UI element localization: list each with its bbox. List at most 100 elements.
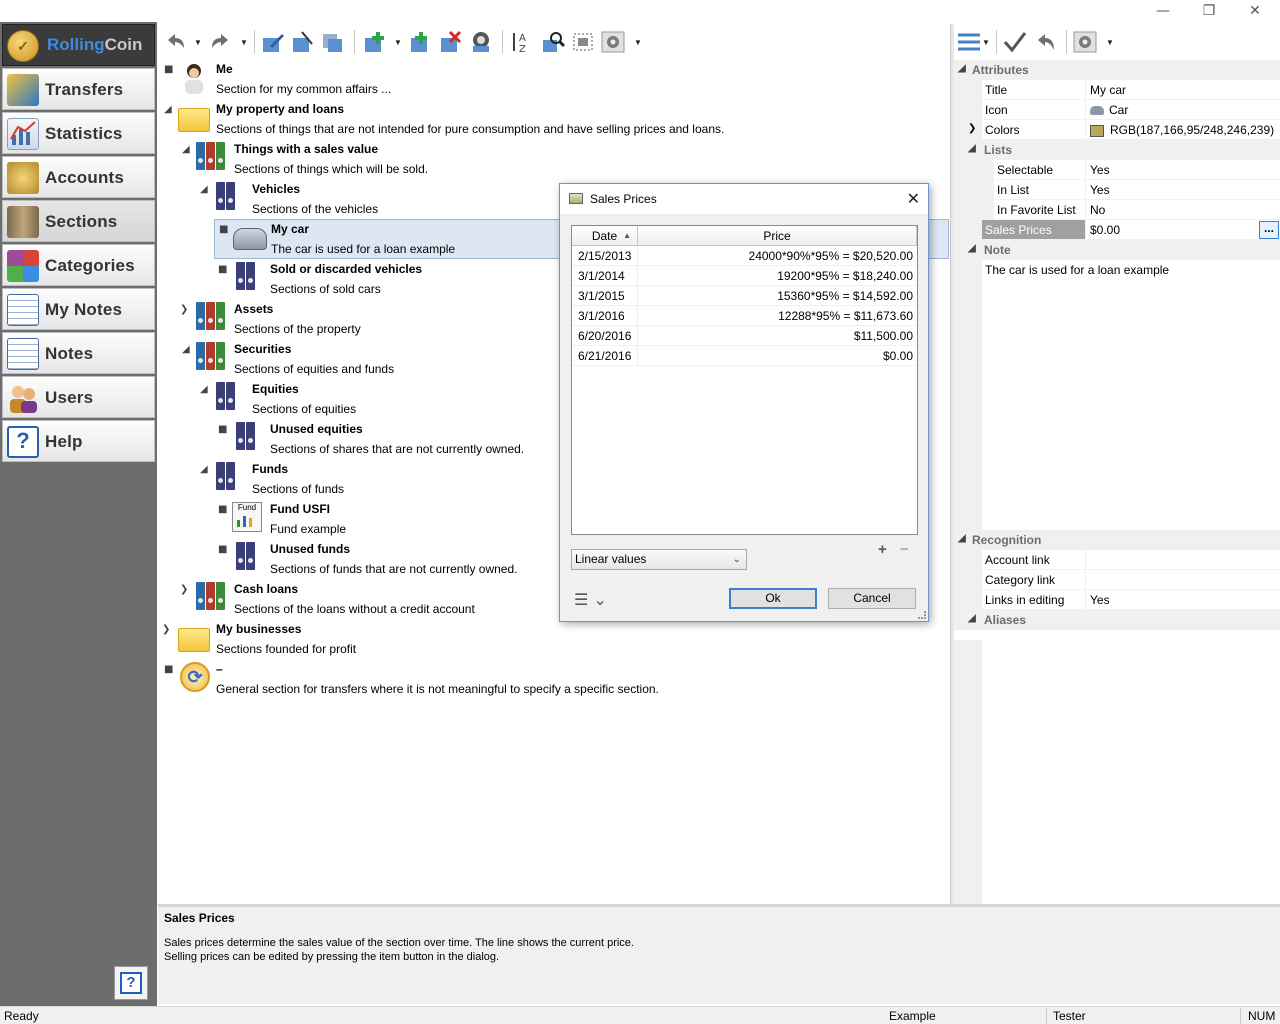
table-row[interactable]: 3/1/2014 19200*95% = $18,240.00	[572, 266, 917, 286]
expand-icon[interactable]: ❯	[180, 584, 188, 595]
prop-category-link[interactable]: Category link	[954, 570, 1280, 590]
prices-grid[interactable]: Date ▲ Price 2/15/2013 24000*90%*95% = $20…	[571, 225, 918, 535]
collapse-icon[interactable]: ◢	[200, 184, 208, 195]
tree-node-funds[interactable]: ◢ Funds Sections of funds	[194, 460, 594, 500]
settings-dropdown-icon[interactable]: ▼	[634, 38, 642, 47]
tree-node-unused-equities[interactable]: ■ Unused equities Sections of shares tha…	[214, 420, 614, 460]
settings-gear-icon[interactable]	[600, 30, 626, 54]
nav-notes[interactable]: Notes	[2, 332, 155, 374]
sort-az-icon[interactable]: AZ	[510, 30, 536, 54]
edit-icon[interactable]	[260, 30, 286, 54]
sales-prices-edit-button[interactable]: ...	[1259, 221, 1279, 239]
tree-node-equities[interactable]: ◢ Equities Sections of equities	[194, 380, 594, 420]
properties-settings-icon[interactable]	[1072, 30, 1098, 54]
prop-value[interactable]: Yes	[1087, 160, 1280, 180]
add-row-button[interactable]: +	[878, 541, 887, 558]
prop-colors[interactable]: ❯ Colors RGB(187,166,95/248,246,239)	[954, 120, 1280, 140]
collapse-icon[interactable]: ◢	[958, 63, 966, 74]
collapse-icon[interactable]: ◢	[968, 243, 976, 254]
note-text[interactable]: The car is used for a loan example	[982, 260, 1280, 520]
table-row[interactable]: 6/21/2016 $0.00	[572, 346, 917, 366]
restore-button[interactable]: ❐	[1186, 0, 1232, 24]
delete-icon[interactable]	[438, 30, 464, 54]
prop-value[interactable]: $0.00	[1087, 220, 1280, 240]
collapse-icon[interactable]: ◢	[200, 464, 208, 475]
dialog-menu-icon[interactable]: ☰ ⌄	[574, 590, 607, 609]
column-header-date[interactable]: Date ▲	[572, 226, 638, 246]
add-dropdown-icon[interactable]: ▼	[394, 38, 402, 47]
category-lists[interactable]: ◢ Lists	[954, 140, 1280, 160]
prop-value[interactable]	[1087, 550, 1280, 570]
add-section-icon[interactable]	[362, 30, 388, 54]
undo-dropdown-icon[interactable]: ▼	[194, 38, 202, 47]
tree-node-sold-vehicles[interactable]: ■ Sold or discarded vehicles Sections of…	[214, 260, 614, 300]
undo-icon[interactable]	[162, 30, 188, 54]
collapse-icon[interactable]: ◢	[958, 533, 966, 544]
add-child-icon[interactable]	[408, 30, 434, 54]
prop-links-in-editing[interactable]: Links in editing Yes	[954, 590, 1280, 610]
copy-icon[interactable]	[320, 30, 346, 54]
tree-node-vehicles[interactable]: ◢ Vehicles Sections of the vehicles	[194, 180, 594, 220]
expand-icon[interactable]: ❯	[968, 123, 976, 134]
column-header-price[interactable]: Price	[638, 226, 917, 246]
tree-node-general[interactable]: ■ ⟳ – General section for transfers wher…	[158, 660, 758, 700]
revert-icon[interactable]	[1032, 30, 1058, 54]
cancel-button[interactable]: Cancel	[828, 588, 916, 609]
close-window-button[interactable]: ✕	[1232, 0, 1278, 24]
nav-sections[interactable]: Sections	[2, 200, 155, 242]
resize-grip[interactable]	[918, 611, 926, 619]
prop-value[interactable]: Yes	[1087, 180, 1280, 200]
category-recognition[interactable]: ◢ Recognition	[954, 530, 1280, 550]
tree-node-my-property-and-loans[interactable]: ◢ My property and loans Sections of thin…	[158, 100, 724, 140]
expand-icon[interactable]: ❯	[180, 304, 188, 315]
filter-icon[interactable]	[570, 30, 596, 54]
view-menu-icon[interactable]	[956, 30, 982, 54]
close-icon[interactable]: ✕	[907, 189, 920, 208]
tree-node-cash-loans[interactable]: ❯ Cash loans Sections of the loans witho…	[176, 580, 576, 620]
category-note[interactable]: ◢ Note	[954, 240, 1280, 260]
dialog-titlebar[interactable]: Sales Prices ✕	[560, 184, 928, 214]
prop-title[interactable]: Title My car	[954, 80, 1280, 100]
prop-value[interactable]	[1087, 570, 1280, 590]
tree-node-me[interactable]: ■ Me Section for my common affairs ...	[158, 60, 658, 100]
prop-account-link[interactable]: Account link	[954, 550, 1280, 570]
prop-in-list[interactable]: In List Yes	[954, 180, 1280, 200]
tree-node-my-businesses[interactable]: ❯ My businesses Sections founded for pro…	[158, 620, 558, 660]
collapse-icon[interactable]: ◢	[182, 344, 190, 355]
search-icon[interactable]	[540, 30, 566, 54]
properties-settings-dropdown-icon[interactable]: ▼	[1106, 38, 1114, 47]
collapse-icon[interactable]: ◢	[968, 143, 976, 154]
prop-icon[interactable]: Icon Car	[954, 100, 1280, 120]
prop-selectable[interactable]: Selectable Yes	[954, 160, 1280, 180]
collapse-icon[interactable]: ◢	[200, 384, 208, 395]
table-row[interactable]: 6/20/2016 $11,500.00	[572, 326, 917, 346]
minimize-button[interactable]: —	[1140, 0, 1186, 24]
collapse-icon[interactable]: ◢	[164, 104, 172, 115]
nav-accounts[interactable]: Accounts	[2, 156, 155, 198]
tree-node-fund-usfi[interactable]: ■ Fund Fund USFI Fund example	[214, 500, 614, 540]
nav-users[interactable]: Users	[2, 376, 155, 418]
ok-button[interactable]: Ok	[729, 588, 817, 609]
redo-dropdown-icon[interactable]: ▼	[240, 38, 248, 47]
prop-favorite[interactable]: In Favorite List No	[954, 200, 1280, 220]
prop-value[interactable]: Yes	[1087, 590, 1280, 610]
interpolation-select[interactable]: Linear values ⌄	[571, 549, 747, 570]
prop-value[interactable]: No	[1087, 200, 1280, 220]
table-row[interactable]: 3/1/2016 12288*95% = $11,673.60	[572, 306, 917, 326]
cut-icon[interactable]	[290, 30, 316, 54]
prop-value[interactable]: Car	[1087, 100, 1280, 120]
apply-check-icon[interactable]	[1002, 30, 1028, 54]
tree-node-things-with-sales-value[interactable]: ◢ Things with a sales value Sections of …	[176, 140, 676, 180]
remove-row-button[interactable]: −	[900, 541, 909, 558]
table-row[interactable]: 2/15/2013 24000*90%*95% = $20,520.00	[572, 246, 917, 266]
prop-sales-prices[interactable]: Sales Prices $0.00...	[954, 220, 1280, 240]
tree-node-unused-funds[interactable]: ■ Unused funds Sections of funds that ar…	[214, 540, 614, 580]
redo-icon[interactable]	[208, 30, 234, 54]
nav-help[interactable]: ? Help	[2, 420, 155, 462]
category-aliases[interactable]: ◢ Aliases	[954, 610, 1280, 630]
tree-node-securities[interactable]: ◢ Securities Sections of equities and fu…	[176, 340, 576, 380]
prop-value[interactable]: My car	[1087, 80, 1280, 100]
collapse-icon[interactable]: ◢	[182, 144, 190, 155]
nav-statistics[interactable]: Statistics	[2, 112, 155, 154]
table-row[interactable]: 3/1/2015 15360*95% = $14,592.00	[572, 286, 917, 306]
